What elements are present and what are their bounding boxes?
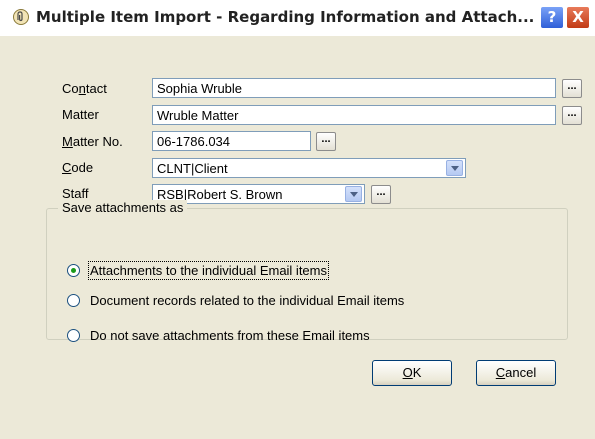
help-button[interactable]: ? xyxy=(540,6,564,29)
staff-label: Staff xyxy=(62,186,89,201)
code-label: Code xyxy=(62,160,94,175)
chevron-down-icon[interactable] xyxy=(446,160,463,176)
paperclip-app-icon xyxy=(13,9,29,25)
code-select[interactable]: CLNT|Client xyxy=(152,158,466,178)
contact-field[interactable]: Sophia Wruble xyxy=(152,78,556,98)
contact-label: Contact xyxy=(62,81,107,96)
multiple-item-import-dialog: Multiple Item Import - Regarding Informa… xyxy=(0,0,595,439)
title-bar[interactable]: Multiple Item Import - Regarding Informa… xyxy=(0,0,595,36)
matter-field[interactable]: Wruble Matter xyxy=(152,105,556,125)
save-attachments-legend: Save attachments as xyxy=(58,200,188,215)
document-records-label[interactable]: Document records related to the individu… xyxy=(90,293,404,308)
window-title: Multiple Item Import - Regarding Informa… xyxy=(36,8,535,26)
staff-browse-button[interactable]: ... xyxy=(371,185,391,204)
matter-no-browse-button[interactable]: ... xyxy=(316,132,336,151)
contact-browse-button[interactable]: ... xyxy=(562,79,582,98)
matter-browse-button[interactable]: ... xyxy=(562,106,582,125)
ok-button[interactable]: OK xyxy=(372,360,452,386)
help-icon: ? xyxy=(547,8,557,26)
matter-no-label: Matter No. xyxy=(62,134,123,149)
do-not-save-radio[interactable] xyxy=(67,329,80,342)
attachments-to-email-radio[interactable] xyxy=(67,264,80,277)
attachments-to-email-label[interactable]: Attachments to the individual Email item… xyxy=(88,261,329,280)
do-not-save-label[interactable]: Do not save attachments from these Email… xyxy=(90,328,370,343)
close-button[interactable]: X xyxy=(566,6,590,29)
cancel-button[interactable]: Cancel xyxy=(476,360,556,386)
document-records-radio[interactable] xyxy=(67,294,80,307)
matter-label: Matter xyxy=(62,107,99,122)
matter-no-field[interactable]: 06-1786.034 xyxy=(152,131,311,151)
close-icon: X xyxy=(572,8,584,26)
chevron-down-icon[interactable] xyxy=(345,186,362,202)
